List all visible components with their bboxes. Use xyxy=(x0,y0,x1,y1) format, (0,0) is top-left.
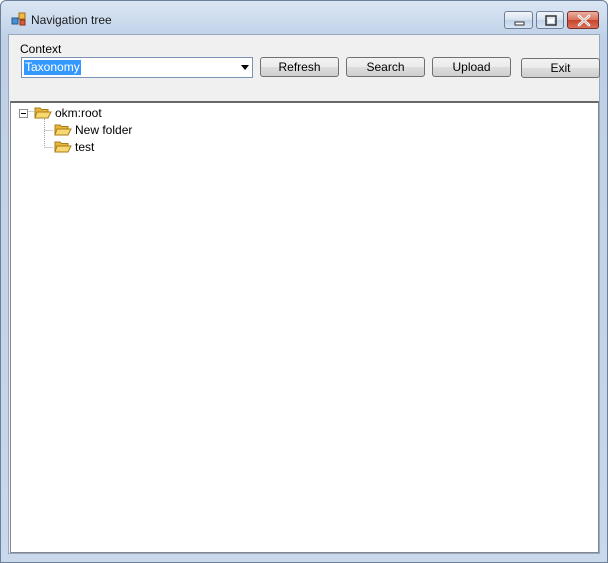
minimize-button[interactable] xyxy=(504,11,533,29)
tree-node-root[interactable]: okm:root xyxy=(11,105,211,121)
open-folder-icon xyxy=(54,141,72,153)
context-label: Context xyxy=(20,42,62,56)
app-icon xyxy=(11,12,26,26)
title-bar[interactable]: Navigation tree xyxy=(1,1,607,35)
window-title: Navigation tree xyxy=(31,13,112,27)
close-icon xyxy=(577,14,591,27)
open-folder-icon xyxy=(54,124,72,136)
tree-node-label: New folder xyxy=(75,123,133,137)
open-folder-icon xyxy=(34,107,52,119)
navigation-tree[interactable]: okm:root New folder test xyxy=(10,101,599,553)
context-value: Taxonomy xyxy=(24,60,81,75)
collapse-icon[interactable] xyxy=(19,109,28,118)
tree-node[interactable]: test xyxy=(11,139,211,155)
app-window: Navigation tree Context Taxonomy Refresh… xyxy=(0,0,608,563)
refresh-button[interactable]: Refresh xyxy=(260,57,339,77)
context-combobox[interactable]: Taxonomy xyxy=(21,57,253,78)
exit-button[interactable]: Exit xyxy=(521,58,600,78)
restore-icon xyxy=(545,15,557,26)
tree-node-label: test xyxy=(75,140,95,154)
tree-node-label: okm:root xyxy=(55,106,102,120)
upload-button[interactable]: Upload xyxy=(432,57,511,77)
chevron-down-icon[interactable] xyxy=(241,65,249,70)
search-button[interactable]: Search xyxy=(346,57,425,77)
tree-node[interactable]: New folder xyxy=(11,122,211,138)
client-area: Context Taxonomy Refresh Search Upload E… xyxy=(8,34,600,554)
maximize-button[interactable] xyxy=(536,11,564,29)
close-button[interactable] xyxy=(567,11,599,29)
minimize-icon xyxy=(514,21,525,26)
